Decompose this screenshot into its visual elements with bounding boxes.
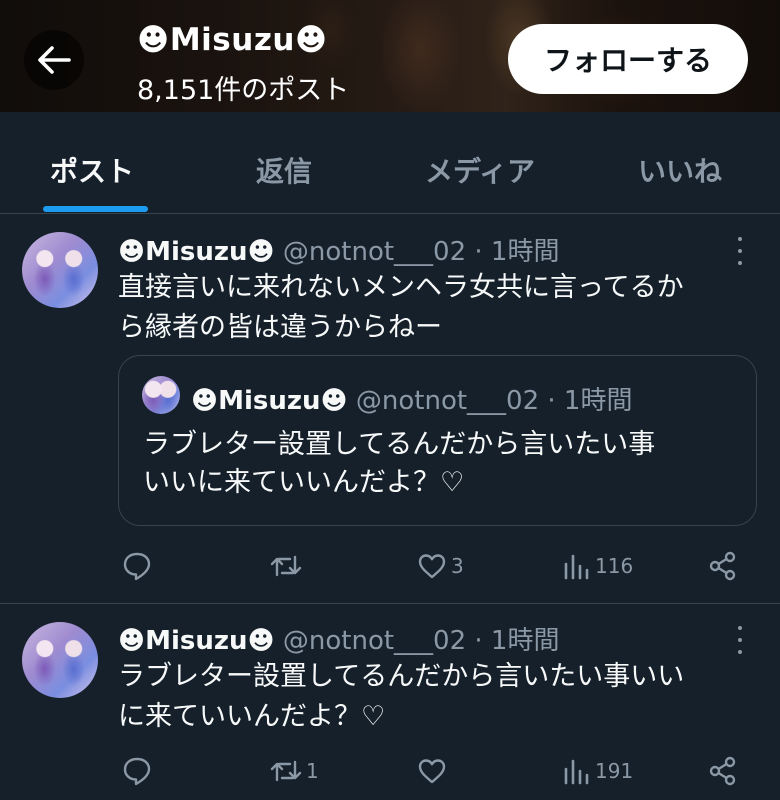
share-button[interactable] xyxy=(708,551,738,581)
post-item[interactable]: ☻Misuzu☻ @notnot___02 · 1時間 直接言いに来れないメンヘ… xyxy=(0,215,780,603)
share-button[interactable] xyxy=(708,756,738,786)
quote-handle-time: @notnot___02 · 1時間 xyxy=(355,386,633,416)
post-text-line: に来ていいんだよ？♡ xyxy=(118,701,386,732)
repost-icon xyxy=(270,555,302,577)
more-icon[interactable] xyxy=(734,626,746,654)
post-text: ラブレター設置してるんだから言いたい事いい に来ていいんだよ？♡ xyxy=(118,657,684,737)
like-button[interactable]: 3 xyxy=(417,551,464,581)
post-actions: 3 116 xyxy=(0,547,780,587)
post-item[interactable]: ☻Misuzu☻ @notnot___02 · 1時間 ラブレター設置してるんだ… xyxy=(0,604,780,800)
share-icon xyxy=(709,756,736,786)
post-text-line: 直接言いに来れないメンヘラ女共に言ってるか xyxy=(118,272,684,303)
repost-button[interactable] xyxy=(270,551,306,581)
quote-avatar xyxy=(142,376,180,414)
post-actions: 1 191 xyxy=(0,752,780,792)
post-text: 直接言いに来れないメンヘラ女共に言ってるか ら縁者の皆は違うからねー xyxy=(118,268,684,348)
views-count: 116 xyxy=(595,554,634,578)
views-count: 191 xyxy=(595,759,634,783)
more-icon[interactable] xyxy=(734,237,746,265)
views-button[interactable]: 191 xyxy=(563,756,633,786)
author-handle-time: @notnot___02 · 1時間 xyxy=(282,626,560,656)
follow-button[interactable]: フォローする xyxy=(508,24,748,94)
quote-text-line: いいに来ていいんだよ？♡ xyxy=(143,467,465,498)
post-text-line: ラブレター設置してるんだから言いたい事いい xyxy=(118,661,685,692)
quote-author-name: ☻Misuzu☻ xyxy=(191,386,348,416)
profile-header: ☻Misuzu☻ 8,151件のポスト フォローする xyxy=(0,0,780,112)
post-text-line: ら縁者の皆は違うからねー xyxy=(118,312,442,343)
post-count: 8,151件のポスト xyxy=(137,75,350,106)
back-button[interactable] xyxy=(24,30,84,90)
quoted-post[interactable]: ☻Misuzu☻ @notnot___02 · 1時間 ラブレター設置してるんだ… xyxy=(118,355,757,526)
reply-button[interactable] xyxy=(122,756,156,786)
active-tab-indicator xyxy=(43,206,148,212)
author-handle-time: @notnot___02 · 1時間 xyxy=(282,237,560,267)
avatar[interactable] xyxy=(22,232,98,308)
heart-icon xyxy=(418,554,446,579)
quote-text: ラブレター設置してるんだから言いたい事 いいに来ていいんだよ？♡ xyxy=(143,426,743,502)
post-meta: ☻Misuzu☻ @notnot___02 · 1時間 xyxy=(118,620,559,657)
author-name[interactable]: ☻Misuzu☻ xyxy=(118,237,275,267)
tab-posts[interactable]: ポスト xyxy=(50,150,134,190)
post-meta: ☻Misuzu☻ @notnot___02 · 1時間 xyxy=(118,231,559,268)
like-count: 3 xyxy=(451,554,464,578)
quote-meta: ☻Misuzu☻ @notnot___02 · 1時間 xyxy=(191,380,632,417)
repost-button[interactable]: 1 xyxy=(270,756,319,786)
reply-icon xyxy=(123,552,151,581)
profile-tabs: ポスト 返信 メディア いいね xyxy=(0,112,780,214)
profile-title: ☻Misuzu☻ xyxy=(137,22,328,58)
repost-count: 1 xyxy=(306,759,319,783)
reply-icon xyxy=(123,757,151,786)
like-button[interactable] xyxy=(417,756,451,786)
analytics-icon xyxy=(564,759,589,785)
arrow-left-icon xyxy=(38,46,71,74)
tab-replies[interactable]: 返信 xyxy=(256,150,312,190)
share-icon xyxy=(709,551,736,581)
tab-media[interactable]: メディア xyxy=(425,150,535,190)
author-name[interactable]: ☻Misuzu☻ xyxy=(118,626,275,656)
tab-likes[interactable]: いいね xyxy=(638,150,722,190)
quote-text-line: ラブレター設置してるんだから言いたい事 xyxy=(143,429,656,460)
reply-button[interactable] xyxy=(122,551,156,581)
repost-icon xyxy=(270,760,302,782)
views-button[interactable]: 116 xyxy=(563,551,633,581)
analytics-icon xyxy=(564,554,589,580)
heart-icon xyxy=(418,759,446,784)
avatar[interactable] xyxy=(22,622,98,698)
